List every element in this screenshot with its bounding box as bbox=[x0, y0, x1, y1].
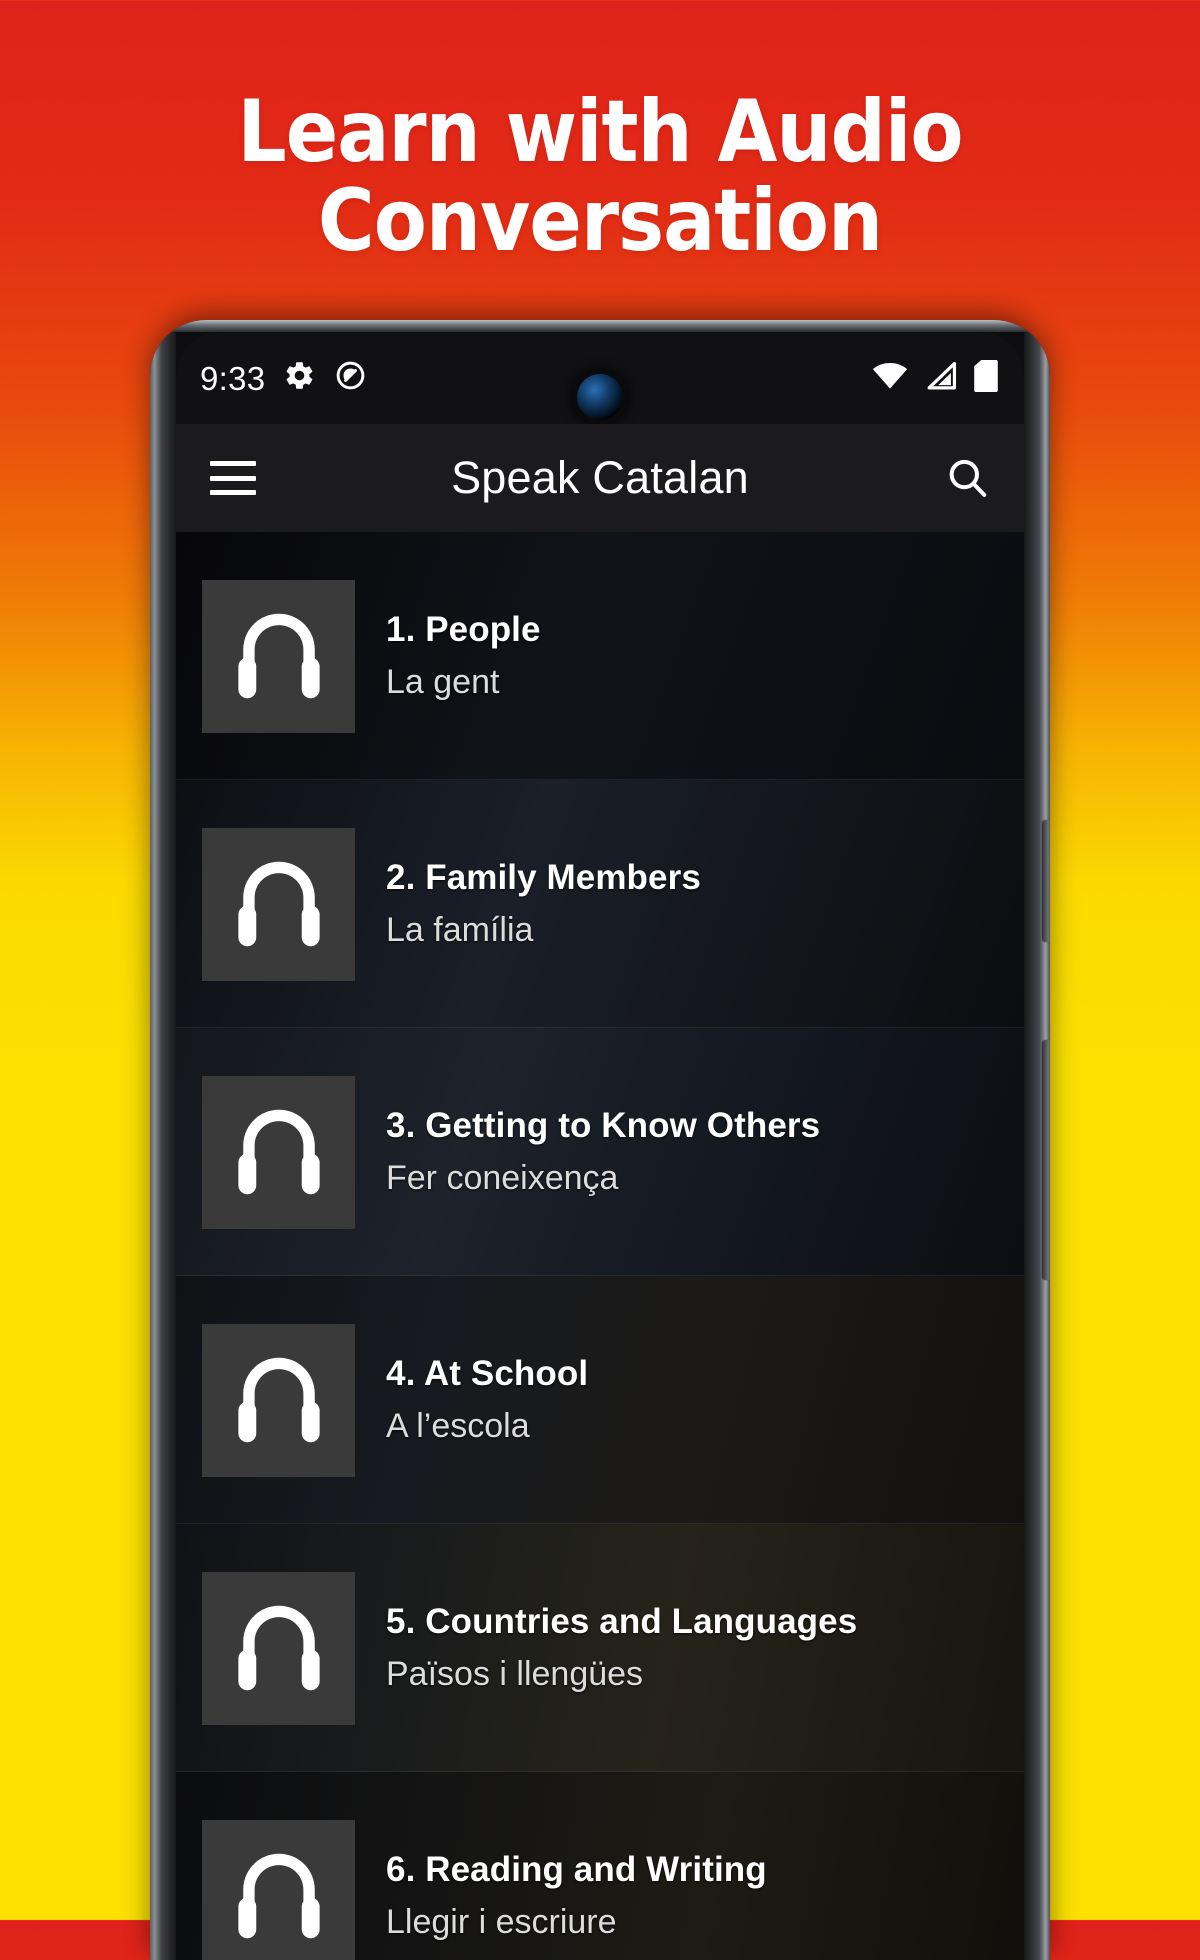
list-item[interactable]: 1. People La gent bbox=[176, 532, 1024, 780]
list-item-subtitle: Llegir i escriure bbox=[386, 1903, 767, 1942]
list-item-text: 1. People La gent bbox=[386, 610, 541, 702]
lesson-list[interactable]: 1. People La gent 2. Family Members La f… bbox=[176, 532, 1024, 1960]
status-bar-clock: 9:33 bbox=[200, 362, 265, 395]
do-not-disturb-icon bbox=[334, 359, 367, 397]
list-item-title: 3. Getting to Know Others bbox=[386, 1106, 820, 1146]
headphones-icon bbox=[202, 1076, 355, 1229]
phone-frame-left-edge bbox=[150, 320, 176, 1960]
cell-signal-icon bbox=[925, 361, 957, 396]
list-item[interactable]: 6. Reading and Writing Llegir i escriure bbox=[176, 1772, 1024, 1960]
list-item-subtitle: La gent bbox=[386, 663, 541, 702]
app-bar-title: Speak Catalan bbox=[176, 452, 1024, 504]
power-button[interactable] bbox=[1043, 1040, 1050, 1280]
headphones-icon bbox=[202, 828, 355, 981]
headphones-icon bbox=[202, 1820, 355, 1960]
list-item-title: 1. People bbox=[386, 610, 541, 650]
search-icon[interactable] bbox=[944, 455, 990, 501]
battery-icon bbox=[974, 360, 998, 397]
wifi-icon bbox=[872, 362, 908, 395]
promo-heading: Learn with Audio Conversation bbox=[0, 88, 1200, 265]
front-camera-punch-hole bbox=[577, 374, 623, 420]
headphones-icon bbox=[202, 1324, 355, 1477]
list-item-title: 2. Family Members bbox=[386, 858, 701, 898]
list-item-title: 6. Reading and Writing bbox=[386, 1850, 767, 1890]
promo-heading-line-2: Conversation bbox=[0, 177, 1200, 266]
headphones-icon bbox=[202, 580, 355, 733]
app-bar: Speak Catalan bbox=[176, 424, 1024, 532]
hamburger-menu-icon[interactable] bbox=[210, 461, 256, 495]
phone-mockup: 9:33 bbox=[150, 320, 1050, 1960]
list-item-title: 4. At School bbox=[386, 1354, 588, 1394]
list-item[interactable]: 5. Countries and Languages Països i llen… bbox=[176, 1524, 1024, 1772]
status-bar: 9:33 bbox=[176, 332, 1024, 424]
list-item[interactable]: 4. At School A l’escola bbox=[176, 1276, 1024, 1524]
list-item-text: 5. Countries and Languages Països i llen… bbox=[386, 1602, 857, 1694]
status-bar-right-group bbox=[872, 360, 998, 397]
phone-frame-top-edge bbox=[150, 320, 1050, 332]
list-item-text: 2. Family Members La família bbox=[386, 858, 701, 950]
headphones-icon bbox=[202, 1572, 355, 1725]
list-item-text: 6. Reading and Writing Llegir i escriure bbox=[386, 1850, 767, 1942]
list-item-text: 4. At School A l’escola bbox=[386, 1354, 588, 1446]
list-item-subtitle: Països i llengües bbox=[386, 1655, 857, 1694]
list-item-subtitle: La família bbox=[386, 911, 701, 950]
list-item[interactable]: 2. Family Members La família bbox=[176, 780, 1024, 1028]
list-item-text: 3. Getting to Know Others Fer coneixença bbox=[386, 1106, 820, 1198]
list-item[interactable]: 3. Getting to Know Others Fer coneixença bbox=[176, 1028, 1024, 1276]
list-item-title: 5. Countries and Languages bbox=[386, 1602, 857, 1642]
list-item-subtitle: A l’escola bbox=[386, 1407, 588, 1446]
status-bar-left-group: 9:33 bbox=[200, 359, 367, 397]
phone-screen: 9:33 bbox=[176, 332, 1024, 1960]
volume-button[interactable] bbox=[1043, 820, 1050, 942]
list-item-subtitle: Fer coneixença bbox=[386, 1159, 820, 1198]
gear-icon bbox=[283, 359, 316, 397]
promo-heading-line-1: Learn with Audio bbox=[237, 82, 962, 182]
